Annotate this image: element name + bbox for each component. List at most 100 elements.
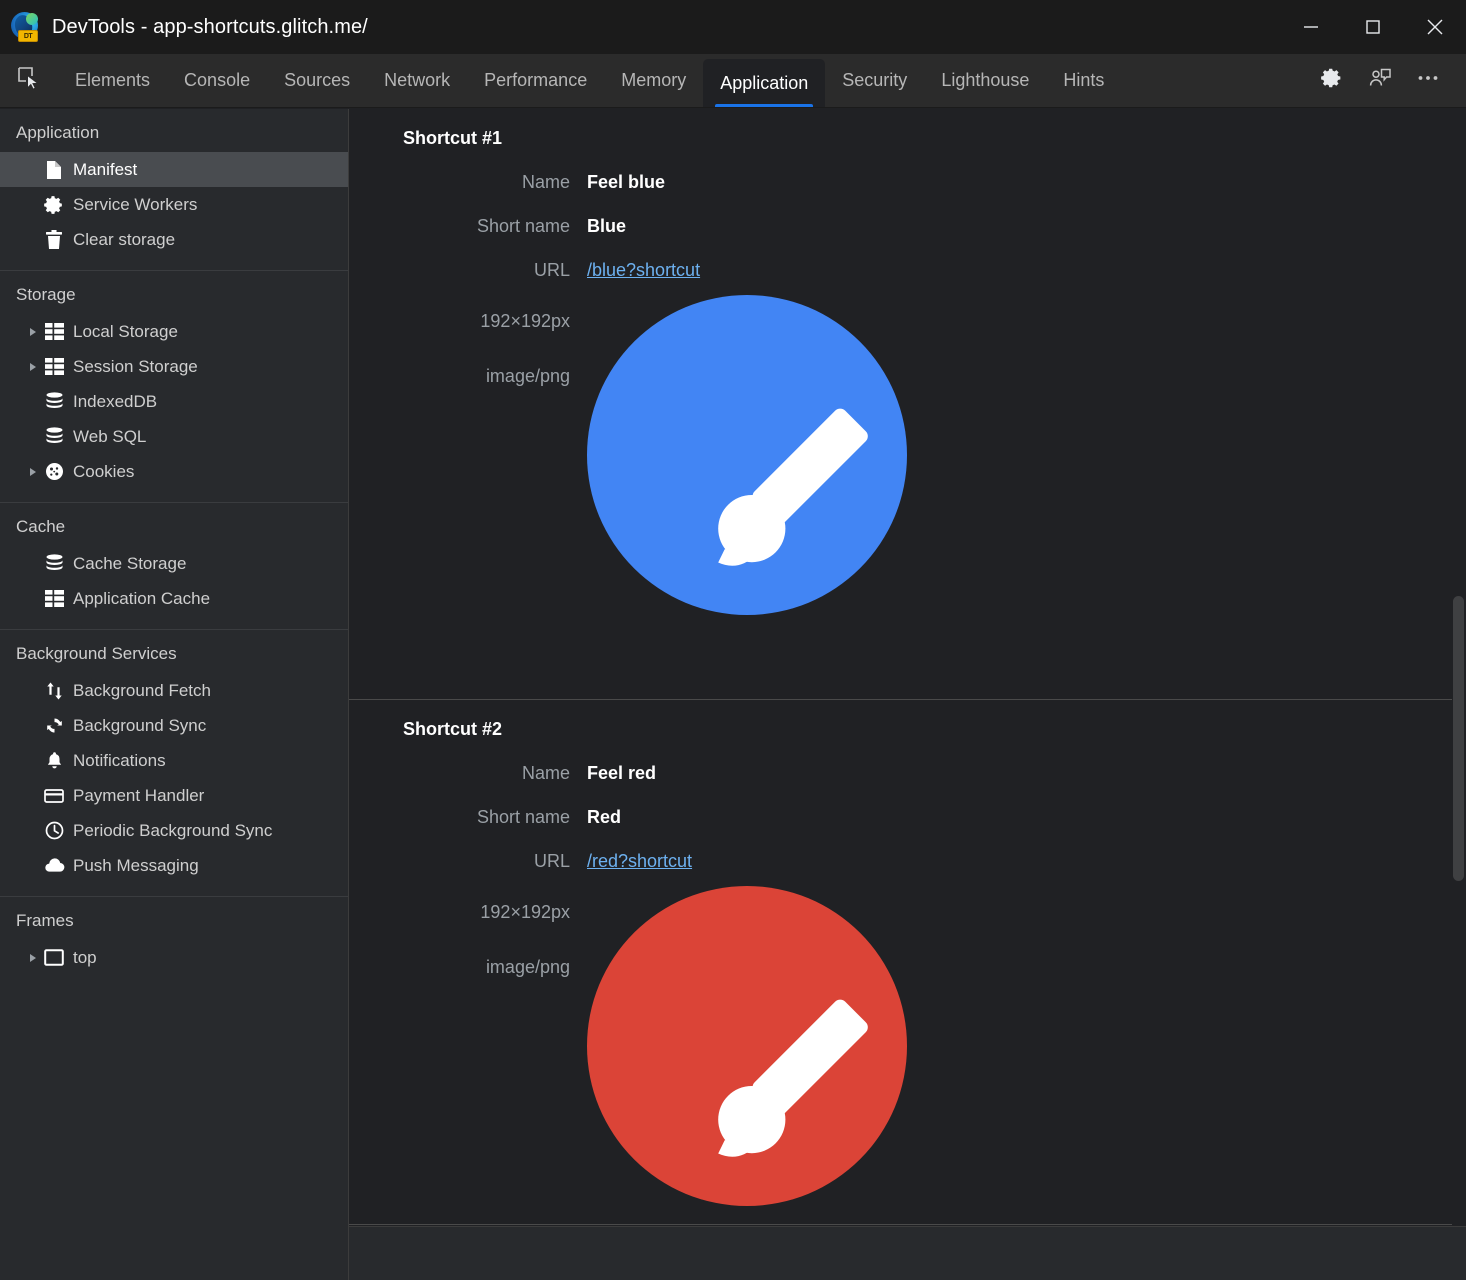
sidebar-item-payment-handler[interactable]: Payment Handler bbox=[0, 778, 348, 813]
cloud-icon bbox=[41, 858, 67, 873]
arrows-up-down-icon bbox=[41, 681, 67, 701]
manifest-scroll-area: Shortcut #1 Name Feel blue Short name Bl… bbox=[349, 109, 1452, 1280]
trash-icon bbox=[41, 230, 67, 250]
window-title: DevTools - app-shortcuts.glitch.me/ bbox=[52, 16, 368, 39]
sidebar-item-push-messaging[interactable]: Push Messaging bbox=[0, 848, 348, 883]
settings-button[interactable] bbox=[1308, 54, 1356, 108]
sidebar-item-background-sync[interactable]: Background Sync bbox=[0, 708, 348, 743]
tab-label: Sources bbox=[284, 70, 350, 91]
tab-security[interactable]: Security bbox=[825, 54, 924, 107]
tab-label: Application bbox=[720, 73, 808, 94]
tab-sources[interactable]: Sources bbox=[267, 54, 367, 107]
inspect-element-icon bbox=[16, 65, 42, 96]
sidebar-item-label: Cookies bbox=[73, 463, 134, 480]
tab-list: Elements Console Sources Network Perform… bbox=[58, 54, 1121, 107]
sidebar-item-label: Background Sync bbox=[73, 717, 206, 734]
sidebar-item-top-frame[interactable]: top bbox=[0, 940, 348, 975]
manifest-panel: Shortcut #1 Name Feel blue Short name Bl… bbox=[349, 109, 1466, 1280]
tab-label: Elements bbox=[75, 70, 150, 91]
sidebar-item-label: Web SQL bbox=[73, 428, 146, 445]
shortcut-url-link[interactable]: /red?shortcut bbox=[587, 851, 692, 872]
tab-elements[interactable]: Elements bbox=[58, 54, 167, 107]
vertical-scrollbar[interactable] bbox=[1452, 109, 1466, 1280]
sidebar-item-label: Periodic Background Sync bbox=[73, 822, 272, 839]
twisty-icon[interactable] bbox=[24, 953, 41, 963]
shortcut-icon-image bbox=[587, 886, 907, 1206]
database-icon bbox=[41, 554, 67, 573]
scrollbar-thumb[interactable] bbox=[1453, 596, 1464, 881]
twisty-icon[interactable] bbox=[24, 327, 41, 337]
sidebar-item-periodic-background-sync[interactable]: Periodic Background Sync bbox=[0, 813, 348, 848]
sidebar-group-title: Background Services bbox=[0, 630, 348, 673]
tab-network[interactable]: Network bbox=[367, 54, 467, 107]
close-button[interactable] bbox=[1404, 0, 1466, 54]
tab-bar-actions bbox=[1308, 54, 1466, 107]
tab-performance[interactable]: Performance bbox=[467, 54, 604, 107]
sidebar-item-manifest[interactable]: Manifest bbox=[0, 152, 348, 187]
twisty-icon[interactable] bbox=[24, 362, 41, 372]
tab-label: Console bbox=[184, 70, 250, 91]
bell-icon bbox=[41, 751, 67, 770]
table-icon bbox=[41, 323, 67, 340]
sidebar-group-frames: Frames top bbox=[0, 897, 348, 988]
sidebar-item-background-fetch[interactable]: Background Fetch bbox=[0, 673, 348, 708]
database-icon bbox=[41, 392, 67, 411]
field-label: Short name bbox=[349, 807, 587, 828]
sidebar-item-local-storage[interactable]: Local Storage bbox=[0, 314, 348, 349]
shortcut-icon-meta: 192×192px image/png bbox=[349, 311, 587, 387]
sidebar-group-background-services: Background Services Background Fetch Bac… bbox=[0, 630, 348, 897]
sidebar-item-label: Manifest bbox=[73, 161, 137, 178]
shortcut-icon-row: 192×192px image/png bbox=[349, 311, 1452, 615]
sidebar-item-label: top bbox=[73, 949, 97, 966]
sidebar-item-cookies[interactable]: Cookies bbox=[0, 454, 348, 489]
sidebar-item-cache-storage[interactable]: Cache Storage bbox=[0, 546, 348, 581]
feedback-person-icon bbox=[1367, 65, 1393, 96]
sidebar-item-label: Background Fetch bbox=[73, 682, 211, 699]
minimize-button[interactable] bbox=[1280, 0, 1342, 54]
tab-application[interactable]: Application bbox=[703, 59, 825, 107]
shortcut-icon-meta: 192×192px image/png bbox=[349, 902, 587, 978]
icon-type-label: image/png bbox=[349, 957, 570, 978]
shortcut-short-name-field: Short name Blue bbox=[349, 216, 1452, 237]
credit-card-icon bbox=[41, 788, 67, 804]
sidebar-item-service-workers[interactable]: Service Workers bbox=[0, 187, 348, 222]
window-controls bbox=[1280, 0, 1466, 54]
twisty-icon[interactable] bbox=[24, 467, 41, 477]
sidebar-item-session-storage[interactable]: Session Storage bbox=[0, 349, 348, 384]
sidebar-group-application: Application Manifest Service Workers bbox=[0, 109, 348, 271]
shortcut-title: Shortcut #1 bbox=[349, 109, 1452, 149]
field-label: Name bbox=[349, 763, 587, 784]
sidebar-item-notifications[interactable]: Notifications bbox=[0, 743, 348, 778]
devtools-app-logo-icon: DT bbox=[10, 12, 40, 42]
sidebar-group-title: Storage bbox=[0, 271, 348, 314]
sidebar-item-application-cache[interactable]: Application Cache bbox=[0, 581, 348, 616]
maximize-button[interactable] bbox=[1342, 0, 1404, 54]
more-options-button[interactable] bbox=[1404, 54, 1452, 108]
tab-label: Network bbox=[384, 70, 450, 91]
sidebar-group-title: Application bbox=[0, 109, 348, 152]
sidebar-item-web-sql[interactable]: Web SQL bbox=[0, 419, 348, 454]
sidebar-group-storage: Storage Local Storage Session Storage bbox=[0, 271, 348, 503]
shortcut-url-link[interactable]: /blue?shortcut bbox=[587, 260, 700, 281]
icon-size-label: 192×192px bbox=[349, 311, 570, 332]
sidebar-item-label: Notifications bbox=[73, 752, 166, 769]
tab-console[interactable]: Console bbox=[167, 54, 267, 107]
sync-icon bbox=[41, 716, 67, 735]
send-feedback-button[interactable] bbox=[1356, 54, 1404, 108]
inspect-element-button[interactable] bbox=[0, 54, 58, 107]
devtools-tab-bar: Elements Console Sources Network Perform… bbox=[0, 54, 1466, 108]
tab-memory[interactable]: Memory bbox=[604, 54, 703, 107]
field-value: Feel blue bbox=[587, 172, 665, 193]
table-icon bbox=[41, 590, 67, 607]
sidebar-item-label: IndexedDB bbox=[73, 393, 157, 410]
paintbrush-icon bbox=[587, 886, 907, 1206]
sidebar-item-label: Application Cache bbox=[73, 590, 210, 607]
tab-lighthouse[interactable]: Lighthouse bbox=[924, 54, 1046, 107]
field-label: URL bbox=[349, 260, 587, 281]
database-icon bbox=[41, 427, 67, 446]
document-icon bbox=[41, 160, 67, 180]
icon-type-label: image/png bbox=[349, 366, 570, 387]
sidebar-item-indexeddb[interactable]: IndexedDB bbox=[0, 384, 348, 419]
sidebar-item-clear-storage[interactable]: Clear storage bbox=[0, 222, 348, 257]
tab-hints[interactable]: Hints bbox=[1046, 54, 1121, 107]
